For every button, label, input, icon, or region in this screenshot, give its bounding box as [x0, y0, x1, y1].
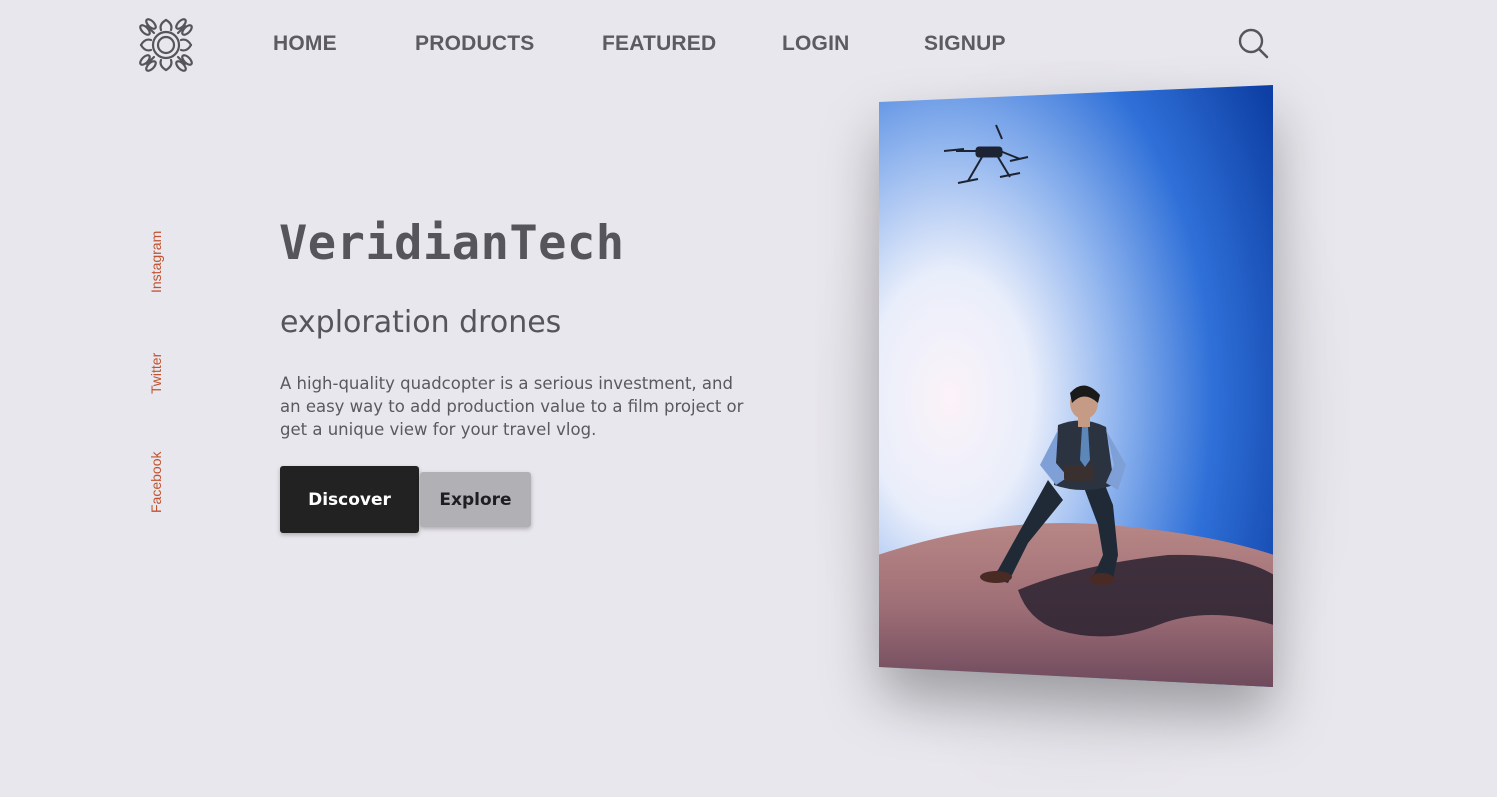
social-link-instagram[interactable]: Instagram — [148, 221, 178, 293]
hero-subtitle: exploration drones — [280, 305, 562, 340]
search-icon[interactable] — [1236, 27, 1270, 61]
brand-title: VeridianTech — [279, 216, 625, 271]
nav-home[interactable]: HOME — [273, 32, 337, 56]
nav-login[interactable]: LOGIN — [782, 32, 850, 56]
nav-products[interactable]: PRODUCTS — [415, 32, 534, 56]
landing-page: HOME PRODUCTS FEATURED LOGIN SIGNUP Inst… — [0, 0, 1497, 797]
drone-logo-icon[interactable] — [137, 16, 195, 74]
hero-photo — [879, 85, 1273, 687]
social-link-twitter[interactable]: Twitter — [148, 344, 178, 394]
social-link-facebook[interactable]: Facebook — [148, 445, 178, 513]
hero-description: A high-quality quadcopter is a serious i… — [280, 374, 744, 439]
explore-button[interactable]: Explore — [420, 472, 531, 527]
discover-button[interactable]: Discover — [280, 466, 419, 533]
nav-featured[interactable]: FEATURED — [602, 32, 716, 56]
nav-signup[interactable]: SIGNUP — [924, 32, 1006, 56]
